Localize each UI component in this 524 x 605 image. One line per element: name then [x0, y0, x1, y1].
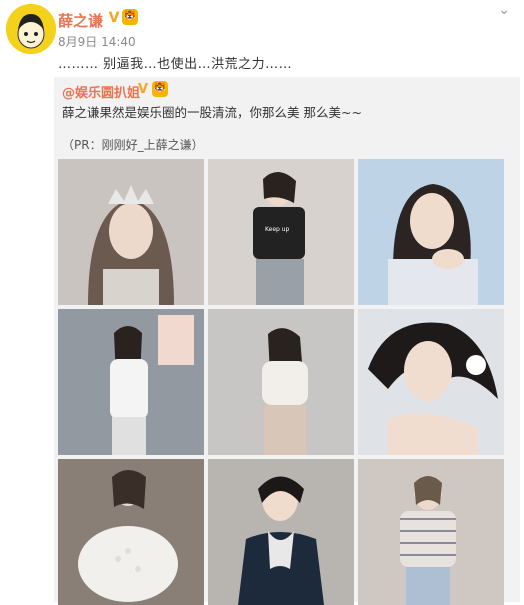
photo-thumbnail[interactable] — [208, 309, 354, 455]
avatar[interactable] — [6, 4, 56, 54]
repost-text: 薛之谦果然是娱乐圈的一股清流，你那么美 那么美~~ — [62, 105, 362, 120]
photo-thumbnail[interactable] — [208, 459, 354, 605]
chevron-down-icon[interactable]: ⌄ — [498, 2, 510, 18]
weibo-post: 薛之谦 V 🐯 8月9日 14:40 ⌄ ……… 别逼我…也使出…洪荒之力…… … — [0, 0, 524, 605]
photo-grid: Keep up — [58, 159, 514, 605]
member-badge-icon: 🐯 — [122, 9, 138, 25]
avatar-cartoon-icon — [6, 4, 56, 54]
svg-text:Keep up: Keep up — [265, 226, 290, 233]
repost-verified-icon: V — [138, 82, 149, 97]
repost-author[interactable]: @娱乐圆扒姐 — [62, 82, 140, 101]
photo-thumbnail[interactable] — [358, 309, 504, 455]
repost-badge-icon: 🐯 — [152, 81, 168, 97]
photo-thumbnail[interactable] — [58, 459, 204, 605]
photo-thumbnail[interactable] — [358, 459, 504, 605]
repost-pr-text: （PR：刚刚好_上薛之谦） — [62, 138, 204, 152]
photo-thumbnail[interactable] — [58, 159, 204, 305]
photo-thumbnail[interactable] — [358, 159, 504, 305]
photo-thumbnail[interactable] — [58, 309, 204, 455]
photo-thumbnail[interactable]: Keep up — [208, 159, 354, 305]
repost-card[interactable]: @娱乐圆扒姐 V 🐯 薛之谦果然是娱乐圈的一股清流，你那么美 那么美~~ （PR… — [54, 77, 520, 605]
verified-icon: V — [108, 10, 120, 26]
post-text: ……… 别逼我…也使出…洪荒之力…… — [58, 57, 293, 72]
author-name[interactable]: 薛之谦 — [58, 10, 103, 31]
post-time[interactable]: 8月9日 14:40 — [58, 33, 136, 50]
